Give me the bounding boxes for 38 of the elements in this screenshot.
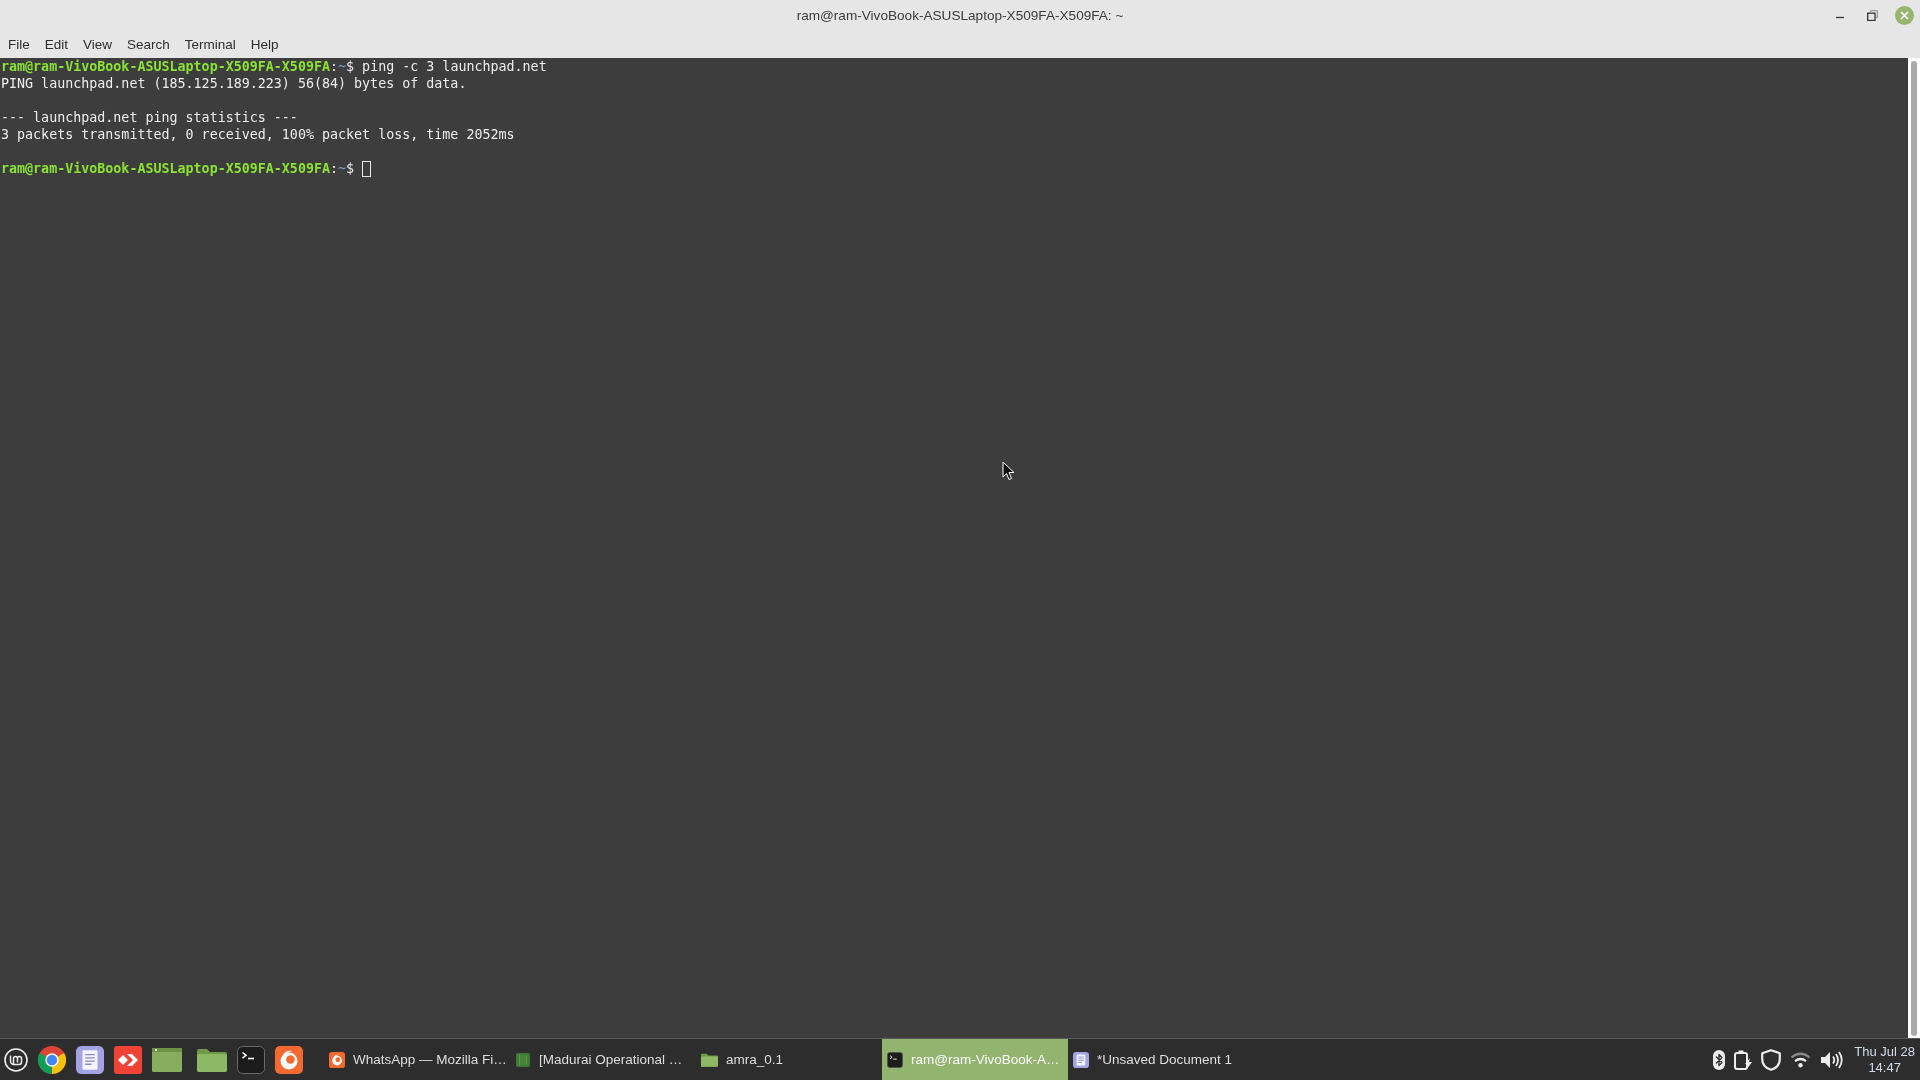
taskbar-window-button[interactable]: WhatsApp — Mozilla Fi… [324, 1039, 510, 1080]
prompt-line: ram@ram-VivoBook-ASUSLaptop-X509FA-X509FA:~$ [1, 160, 355, 177]
output-line: PING launchpad.net (185.125.189.223) 56(84) bytes of data. [1, 75, 468, 92]
document-icon [1073, 1051, 1089, 1068]
bluetooth-icon[interactable] [1713, 1049, 1726, 1070]
menu-item[interactable]: Terminal [184, 36, 236, 52]
taskbar-window-button[interactable]: [Madurai Operational … [510, 1039, 696, 1080]
folder-icon[interactable] [197, 1047, 227, 1072]
output-line: --- launchpad.net ping statistics --- [1, 109, 299, 126]
swirl-logo-icon [329, 1051, 345, 1068]
terminal-icon [887, 1051, 903, 1068]
wifi-icon[interactable] [1790, 1051, 1812, 1068]
menu-icon[interactable] [4, 1047, 28, 1072]
clock-time: 14:47 [1868, 1059, 1901, 1076]
spreadsheet-icon [515, 1051, 531, 1068]
circle-logo-icon[interactable] [38, 1045, 66, 1074]
pointer-icon [1002, 461, 1015, 481]
diamonds-icon[interactable] [114, 1045, 142, 1074]
window-title: ram@ram-VivoBook-ASUSLaptop-X509FA-X509FA: ~ [796, 7, 1124, 23]
taskbar-window-button[interactable]: amra_0.1 [696, 1039, 882, 1080]
menu-item[interactable]: Edit [44, 36, 69, 52]
command-line: ram@ram-VivoBook-ASUSLaptop-X509FA-X509FA:~$ ping -c 3 launchpad.net [1, 58, 547, 75]
document-icon[interactable] [76, 1045, 104, 1074]
menu-item[interactable]: File [8, 36, 30, 52]
shield-icon[interactable] [1761, 1048, 1782, 1071]
battery-charging-icon[interactable] [1734, 1049, 1753, 1070]
clock-date: Thu Jul 28 [1854, 1043, 1915, 1060]
menu-item[interactable]: View [83, 36, 113, 52]
volume-icon[interactable] [1820, 1050, 1844, 1069]
folder-icon [701, 1052, 718, 1067]
maximize-icon[interactable] [1867, 9, 1878, 21]
window-icon[interactable] [152, 1047, 182, 1072]
swirl-logo-icon[interactable] [275, 1045, 303, 1074]
terminal-icon[interactable] [237, 1045, 265, 1074]
menu-item[interactable]: Search [127, 36, 170, 52]
output-line: 3 packets transmitted, 0 received, 100% packet loss, time 2052ms [1, 126, 516, 143]
taskbar-window-button[interactable]: *Unsaved Document 1 [1068, 1039, 1254, 1080]
menu-item[interactable]: Help [250, 36, 279, 52]
